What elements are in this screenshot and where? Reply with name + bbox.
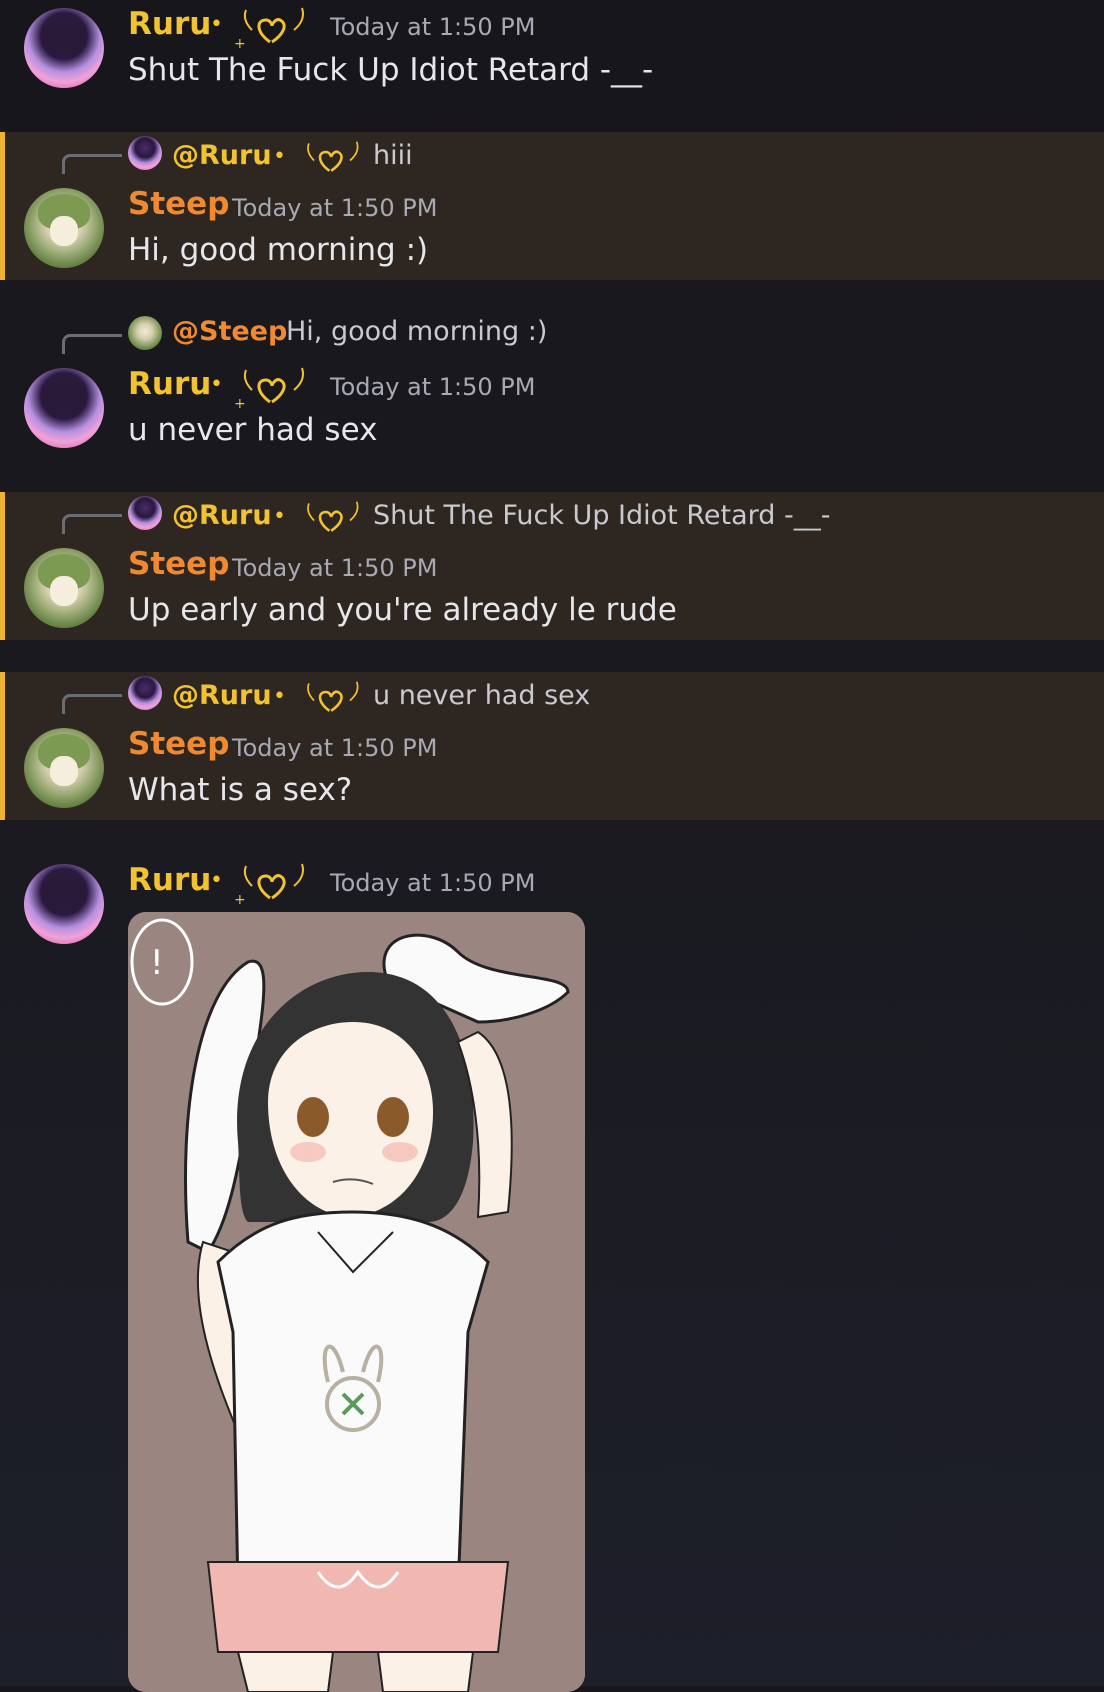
author-name[interactable]: Ruru xyxy=(128,862,211,898)
reply-connector xyxy=(62,514,122,534)
timestamp: Today at 1:50 PM xyxy=(330,373,536,401)
timestamp: Today at 1:50 PM xyxy=(330,869,536,897)
steep-avatar[interactable] xyxy=(24,728,104,808)
timestamp: Today at 1:50 PM xyxy=(232,554,438,582)
reply-author[interactable]: @Ruru xyxy=(172,500,272,531)
svg-text:+: + xyxy=(234,396,246,410)
image-attachment[interactable]: ! xyxy=(128,912,585,1692)
winged-heart-icon: + xyxy=(234,7,304,50)
bunny-girl-illustration: ! xyxy=(128,912,585,1692)
reply-connector xyxy=(62,154,122,174)
separator-dot: • xyxy=(210,868,223,893)
separator-dot: • xyxy=(210,372,223,397)
message-6: Ruru • + Today at 1:50 PM xyxy=(0,850,1104,944)
message-3: @Steep Hi, good morning :) Ruru • + Toda… xyxy=(0,312,1104,488)
author-name[interactable]: Steep xyxy=(128,726,229,762)
reply-text[interactable]: u never had sex xyxy=(373,680,590,711)
separator-dot: • xyxy=(273,684,286,709)
timestamp: Today at 1:50 PM xyxy=(330,13,536,41)
author-name[interactable]: Ruru xyxy=(128,6,211,42)
reply-connector xyxy=(62,334,122,354)
svg-text:!: ! xyxy=(150,943,164,983)
reply-author[interactable]: @Ruru xyxy=(172,680,272,711)
winged-heart-icon xyxy=(307,681,359,712)
author-name[interactable]: Ruru xyxy=(128,366,211,402)
message-text: Up early and you're already le rude xyxy=(128,592,677,628)
reply-avatar xyxy=(128,496,162,530)
author-name[interactable]: Steep xyxy=(128,186,229,222)
message-1: Ruru • + Today at 1:50 PM Shut The Fuck … xyxy=(0,0,1104,128)
winged-heart-icon xyxy=(307,501,359,532)
reply-avatar xyxy=(128,676,162,710)
message-text: What is a sex? xyxy=(128,772,353,808)
message-text: u never had sex xyxy=(128,412,378,448)
timestamp: Today at 1:50 PM xyxy=(232,734,438,762)
message-4: @Ruru • Shut The Fuck Up Idiot Retard -_… xyxy=(0,492,1104,640)
ruru-avatar[interactable] xyxy=(24,864,104,944)
reply-connector xyxy=(62,694,122,714)
reply-avatar xyxy=(128,136,162,170)
svg-text:+: + xyxy=(234,892,246,906)
author-name[interactable]: Steep xyxy=(128,546,229,582)
reply-text[interactable]: hiii xyxy=(373,140,413,171)
svg-text:+: + xyxy=(234,36,246,50)
ruru-avatar[interactable] xyxy=(24,368,104,448)
steep-avatar[interactable] xyxy=(24,188,104,268)
timestamp: Today at 1:50 PM xyxy=(232,194,438,222)
reply-text[interactable]: Hi, good morning :) xyxy=(286,316,547,347)
steep-avatar[interactable] xyxy=(24,548,104,628)
separator-dot: • xyxy=(210,12,223,37)
winged-heart-icon xyxy=(307,141,359,172)
ruru-avatar[interactable] xyxy=(24,8,104,88)
separator-dot: • xyxy=(273,144,286,169)
reply-author[interactable]: @Ruru xyxy=(172,140,272,171)
reply-author[interactable]: @Steep xyxy=(172,316,287,347)
reply-text[interactable]: Shut The Fuck Up Idiot Retard -__- xyxy=(373,500,830,531)
separator-dot: • xyxy=(273,504,286,529)
winged-heart-icon: + xyxy=(234,367,304,410)
message-2: @Ruru • hiii Steep Today at 1:50 PM Hi, … xyxy=(0,132,1104,280)
reply-avatar xyxy=(128,316,162,350)
message-text: Hi, good morning :) xyxy=(128,232,429,268)
message-5: @Ruru • u never had sex Steep Today at 1… xyxy=(0,672,1104,820)
winged-heart-icon: + xyxy=(234,863,304,906)
message-text: Shut The Fuck Up Idiot Retard -__- xyxy=(128,52,654,88)
